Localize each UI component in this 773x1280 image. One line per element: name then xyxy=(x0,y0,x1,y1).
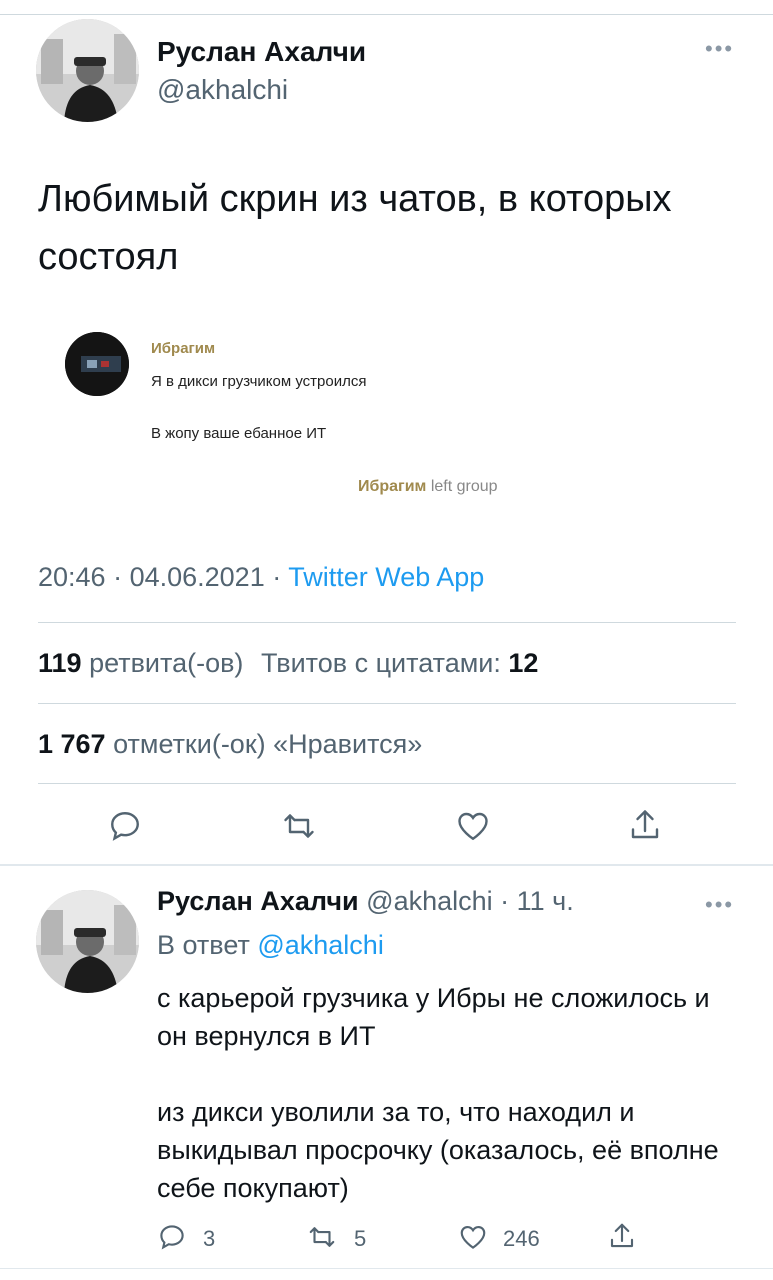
reply-text-1: с карьерой грузчика у Ибры не сложилось … xyxy=(157,983,710,1051)
reply-header: Руслан Ахалчи @akhalchi · 11 ч. xyxy=(157,886,574,916)
likes-label[interactable]: отметки(-ок) «Нравится» xyxy=(113,729,422,759)
top-divider xyxy=(0,14,773,15)
quotes-label[interactable]: Твитов с цитатами: xyxy=(261,648,501,678)
retweets-label[interactable]: ретвита(-ов) xyxy=(89,648,243,678)
reply-age[interactable]: 11 ч. xyxy=(517,886,574,916)
tweet-divider xyxy=(0,864,773,866)
reply-author-handle[interactable]: @akhalchi xyxy=(366,886,492,916)
tweet-time[interactable]: 20:46 xyxy=(38,562,106,592)
reply-icon[interactable] xyxy=(157,1222,187,1257)
avatar[interactable] xyxy=(36,19,139,122)
reply-to-handle[interactable]: @akhalchi xyxy=(257,930,383,960)
bottom-divider xyxy=(0,1268,773,1269)
chat-message-2: В жопу ваше ебанное ИТ xyxy=(151,425,327,442)
reply-text-2: из дикси уволили за то, что находил и вы… xyxy=(157,1097,719,1203)
reply-avatar[interactable] xyxy=(36,890,139,993)
reply-prefix: В ответ xyxy=(157,930,250,960)
reply-count: 3 xyxy=(203,1226,216,1251)
chat-sender-name: Ибрагим xyxy=(151,340,216,357)
chat-event-text: left group xyxy=(430,478,498,495)
quotes-count[interactable]: 12 xyxy=(508,648,538,678)
divider xyxy=(38,703,736,704)
reply-icon[interactable] xyxy=(107,808,143,849)
author-name[interactable]: Руслан Ахалчи xyxy=(157,36,366,68)
chat-event: Ибрагим left group xyxy=(358,478,498,496)
retweet-icon[interactable] xyxy=(306,1222,338,1257)
tweet-text: Любимый скрин из чатов, в которых состоя… xyxy=(38,178,672,278)
share-icon[interactable] xyxy=(607,1220,637,1257)
chat-message-1: Я в дикси грузчиком устроился xyxy=(151,373,367,390)
divider xyxy=(38,783,736,784)
chat-event-name: Ибрагим xyxy=(358,478,427,495)
more-icon[interactable]: ••• xyxy=(705,892,734,918)
avatar-photo xyxy=(36,19,139,122)
like-icon[interactable] xyxy=(457,1222,489,1257)
like-count: 246 xyxy=(503,1226,540,1251)
more-icon[interactable]: ••• xyxy=(705,36,734,62)
reply-context: В ответ @akhalchi xyxy=(157,930,384,961)
engagement-row: 119 ретвита(-ов) Твитов с цитатами: 12 xyxy=(38,648,538,679)
tweet-image[interactable]: Ибрагим Я в дикси грузчиком устроился В … xyxy=(36,320,736,520)
likes-row: 1 767 отметки(-ок) «Нравится» xyxy=(38,729,422,760)
reply-author-name[interactable]: Руслан Ахалчи xyxy=(157,886,359,916)
chat-avatar-photo xyxy=(65,332,129,396)
tweet-meta: 20:46 · 04.06.2021 · Twitter Web App xyxy=(38,562,485,592)
retweet-icon[interactable] xyxy=(281,808,317,849)
share-icon[interactable] xyxy=(627,806,663,849)
chat-avatar xyxy=(65,332,129,396)
avatar-photo xyxy=(36,890,139,993)
author-handle[interactable]: @akhalchi xyxy=(157,74,288,106)
tweet-date[interactable]: 04.06.2021 xyxy=(130,562,265,592)
retweets-count[interactable]: 119 xyxy=(38,648,82,678)
retweet-count: 5 xyxy=(354,1226,367,1251)
likes-count[interactable]: 1 767 xyxy=(38,729,106,759)
divider xyxy=(38,622,736,623)
like-icon[interactable] xyxy=(454,808,492,849)
tweet-source[interactable]: Twitter Web App xyxy=(288,562,484,592)
